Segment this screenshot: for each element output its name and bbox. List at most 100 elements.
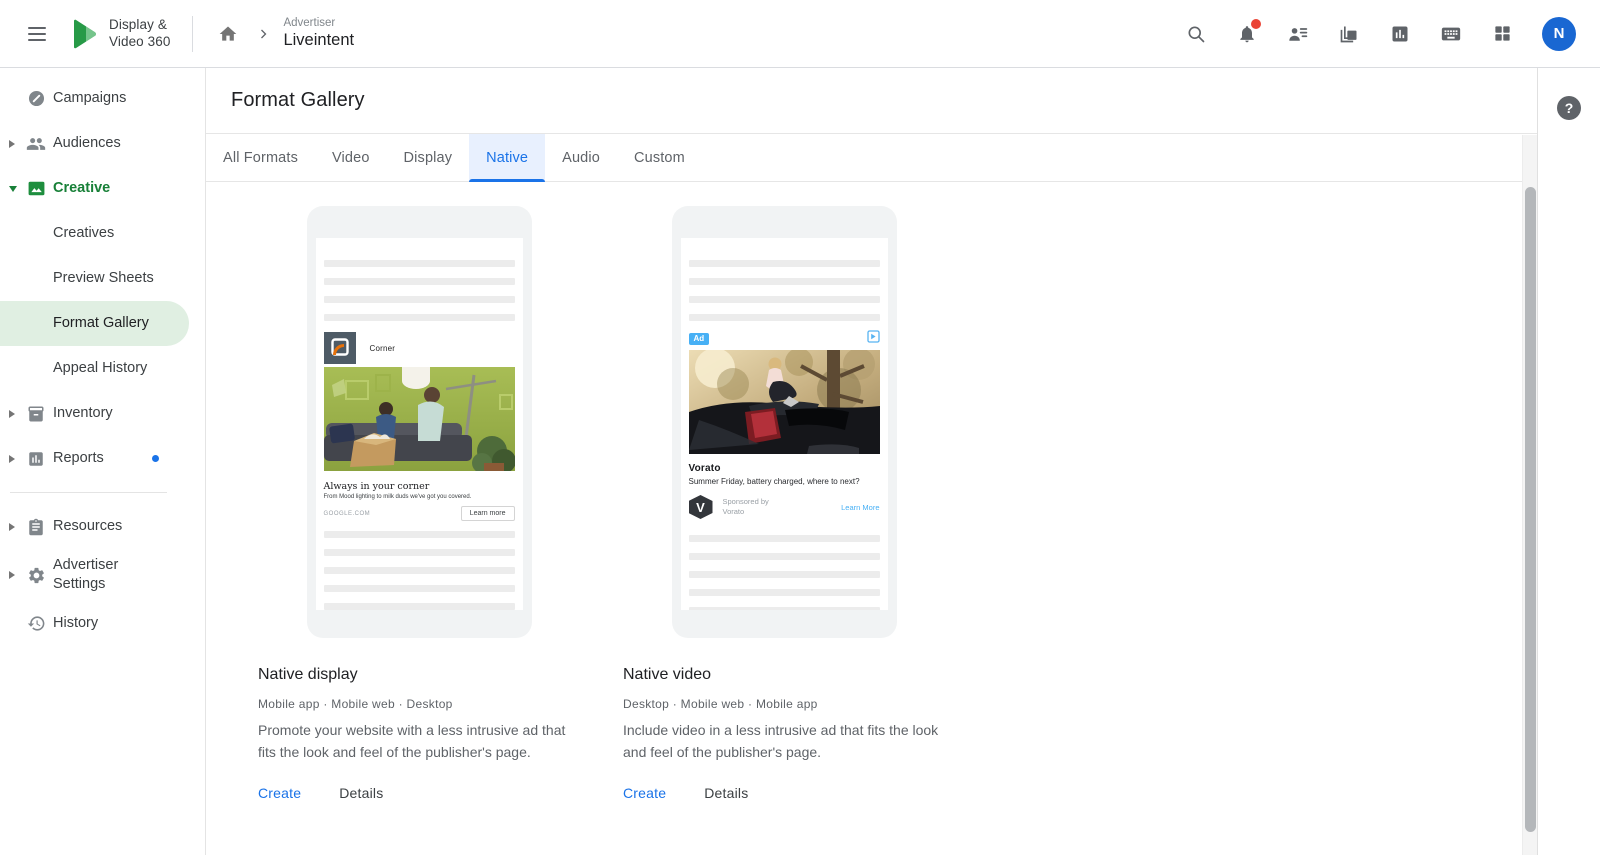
format-platforms: Mobile app · Mobile web · Desktop: [258, 697, 580, 711]
ad-tagline: Summer Friday, battery charged, where to…: [689, 477, 880, 486]
sidebar-item-resources[interactable]: Resources: [0, 504, 205, 549]
breadcrumb[interactable]: Advertiser Liveintent: [283, 17, 354, 50]
sidebar-item-label: Resources: [53, 517, 122, 536]
notifications-icon[interactable]: [1230, 17, 1264, 51]
help-icon[interactable]: ?: [1557, 96, 1581, 120]
campaigns-icon: [26, 89, 46, 109]
inventory-icon: [26, 404, 46, 424]
sidebar-item-creative[interactable]: Creative: [0, 166, 205, 211]
expand-chevron-icon[interactable]: [9, 523, 15, 531]
sidebar-item-reports[interactable]: Reports: [0, 436, 205, 481]
phone-mockup: Ad: [672, 206, 897, 638]
expand-chevron-icon[interactable]: [9, 455, 15, 463]
chart-icon[interactable]: [1383, 17, 1417, 51]
sidebar-divider: [10, 492, 167, 493]
sidebar-item-label: Reports: [53, 449, 104, 468]
manage-users-icon[interactable]: [1281, 17, 1315, 51]
windows-icon[interactable]: [1332, 17, 1366, 51]
expand-chevron-icon[interactable]: [9, 410, 15, 418]
corner-brand-logo-icon: [324, 332, 356, 364]
audiences-icon: [26, 134, 46, 154]
format-platforms: Desktop · Mobile web · Mobile app: [623, 697, 945, 711]
resources-icon: [26, 517, 46, 537]
tab-custom[interactable]: Custom: [617, 134, 702, 182]
tab-video[interactable]: Video: [315, 134, 387, 182]
tab-audio[interactable]: Audio: [545, 134, 617, 182]
ad-photo-living-room: [324, 367, 515, 476]
home-icon[interactable]: [211, 17, 245, 51]
chevron-right-icon: [257, 28, 269, 40]
sidebar-item-format-gallery[interactable]: Format Gallery: [0, 301, 189, 346]
sidebar-item-label: Inventory: [53, 404, 113, 423]
details-button[interactable]: Details: [704, 785, 748, 801]
expand-chevron-icon[interactable]: [9, 140, 15, 148]
ad-badge: Ad: [689, 333, 710, 345]
expand-chevron-icon[interactable]: [9, 571, 15, 579]
apps-icon[interactable]: [1485, 17, 1519, 51]
scrollbar-thumb[interactable]: [1525, 187, 1536, 832]
sidebar-item-label: Advertiser Settings: [53, 556, 171, 594]
create-button[interactable]: Create: [623, 785, 666, 801]
dv360-logo-icon[interactable]: [66, 17, 100, 51]
sidebar-item-advertiser-settings[interactable]: Advertiser Settings: [0, 549, 205, 601]
format-description: Include video in a less intrusive ad tha…: [623, 720, 939, 763]
sidebar-item-appeal-history[interactable]: Appeal History: [0, 346, 205, 391]
collapse-chevron-icon[interactable]: [9, 186, 17, 192]
avatar[interactable]: N: [1542, 17, 1576, 51]
adchoices-icon[interactable]: [867, 330, 880, 348]
sidebar-item-label: Campaigns: [53, 89, 126, 108]
search-icon[interactable]: [1179, 17, 1213, 51]
notification-badge: [1251, 19, 1261, 29]
history-icon: [26, 614, 46, 634]
sidebar: Campaigns Audiences Creative Creatives P…: [0, 68, 206, 855]
page-title: Format Gallery: [231, 89, 365, 112]
native-display-ad-preview: Corner: [324, 332, 515, 521]
ad-learn-more-link[interactable]: Learn More: [841, 503, 879, 512]
tab-all-formats[interactable]: All Formats: [206, 134, 315, 182]
menu-icon[interactable]: [20, 17, 54, 51]
format-tabs: All Formats Video Display Native Audio C…: [206, 134, 1537, 182]
sidebar-item-label: Creative: [53, 179, 110, 198]
details-button[interactable]: Details: [339, 785, 383, 801]
tab-native[interactable]: Native: [469, 134, 545, 182]
sidebar-item-inventory[interactable]: Inventory: [0, 391, 205, 436]
sidebar-item-campaigns[interactable]: Campaigns: [0, 76, 205, 121]
sidebar-item-creatives[interactable]: Creatives: [0, 211, 205, 256]
sidebar-item-preview-sheets[interactable]: Preview Sheets: [0, 256, 205, 301]
reports-new-badge: [152, 455, 159, 462]
reports-icon: [26, 449, 46, 469]
sidebar-item-label: History: [53, 614, 98, 633]
sponsored-by-text: Sponsored by Vorato: [723, 497, 769, 517]
sidebar-item-history[interactable]: History: [0, 601, 205, 646]
help-rail: ?: [1537, 68, 1600, 855]
product-line2: Video 360: [109, 34, 170, 51]
header-divider: [192, 16, 193, 52]
app-header: Display & Video 360 Advertiser Liveinten…: [0, 0, 1600, 68]
breadcrumb-label: Advertiser: [283, 17, 354, 29]
keyboard-icon[interactable]: [1434, 17, 1468, 51]
native-video-ad-preview: Ad: [689, 332, 880, 519]
product-name: Display & Video 360: [109, 17, 170, 50]
tab-display[interactable]: Display: [387, 134, 470, 182]
avatar-initial: N: [1554, 25, 1565, 42]
sidebar-item-label: Creatives: [53, 224, 114, 243]
ad-learn-more-button[interactable]: Learn more: [461, 506, 515, 521]
ad-brand-name: Corner: [370, 344, 396, 353]
sidebar-item-audiences[interactable]: Audiences: [0, 121, 205, 166]
breadcrumb-value: Liveintent: [283, 31, 354, 50]
format-gallery-grid: Corner: [206, 182, 1537, 801]
vorato-logo-letter: V: [696, 500, 705, 515]
settings-gear-icon: [26, 565, 46, 585]
sidebar-item-label: Appeal History: [53, 359, 147, 378]
ad-domain: GOOGLE.COM: [324, 511, 371, 517]
vertical-scrollbar[interactable]: [1522, 135, 1537, 855]
format-card-native-video: Ad: [623, 206, 945, 801]
main-panel: Format Gallery All Formats Video Display…: [206, 68, 1537, 855]
format-card-native-display: Corner: [258, 206, 580, 801]
format-description: Promote your website with a less intrusi…: [258, 720, 574, 763]
sidebar-item-label: Audiences: [53, 134, 121, 153]
ad-headline: Always in your corner: [324, 481, 515, 492]
ad-brand-name: Vorato: [689, 463, 880, 474]
create-button[interactable]: Create: [258, 785, 301, 801]
product-line1: Display &: [109, 17, 170, 34]
